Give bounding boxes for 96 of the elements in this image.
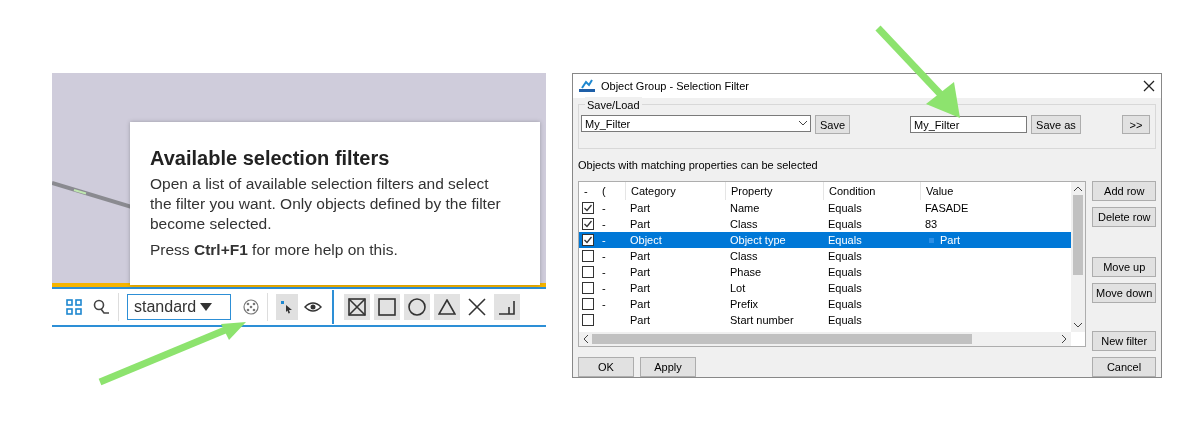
column-header[interactable]: ( [602, 182, 606, 200]
side-button[interactable]: Delete row [1092, 207, 1156, 227]
table-cell-text: - [602, 264, 606, 280]
close-icon[interactable] [1143, 80, 1155, 93]
table-cell-text: Equals [828, 264, 862, 280]
box-cross-icon[interactable] [344, 294, 370, 320]
dialog-button[interactable]: OK [578, 357, 634, 377]
table-cell-text: Equals [828, 232, 862, 248]
side-button[interactable]: Add row [1092, 181, 1156, 201]
scroll-left-icon[interactable] [583, 335, 588, 343]
vertical-scrollbar[interactable] [1071, 182, 1086, 332]
table-cell-text: - [602, 232, 606, 248]
filter-icon[interactable] [243, 299, 259, 315]
column-header[interactable]: Category [631, 182, 676, 200]
checkbox[interactable] [582, 298, 594, 310]
table-cell-text: Class [730, 216, 758, 232]
table-cell-text: Part [630, 200, 651, 216]
table-cell-text: Name [730, 200, 760, 216]
window-title: Object Group - Selection Filter [601, 79, 750, 94]
table-row[interactable]: - Part Class Equals 83 [579, 216, 1072, 232]
table-cell-text: Equals [828, 280, 862, 296]
column-header[interactable]: Value [926, 182, 954, 200]
table-cell-text: Part [630, 280, 651, 296]
table-cell-text: - [602, 280, 606, 296]
table-cell-text: Equals [828, 216, 862, 232]
table-cell-text: Object [630, 232, 662, 248]
table-cell-text: Equals [828, 312, 862, 328]
table-cell-text: Lot [730, 280, 746, 296]
side-button[interactable]: New filter [1092, 331, 1156, 351]
checkbox[interactable] [582, 202, 594, 214]
scroll-thumb[interactable] [1073, 195, 1084, 275]
table-cell-text: Equals [828, 248, 862, 264]
dialog-button[interactable]: Apply [640, 357, 696, 377]
scroll-down-icon[interactable] [1074, 323, 1083, 328]
table-cell-text: Equals [828, 200, 862, 216]
checkbox[interactable] [582, 282, 594, 294]
column-header[interactable]: Property [731, 182, 773, 200]
save-button[interactable]: Save [815, 115, 851, 135]
table-cell-text: Prefix [730, 296, 759, 312]
scroll-thumb[interactable] [592, 334, 972, 344]
side-button[interactable]: Move up [1092, 257, 1156, 277]
table-cell-text: Part [630, 248, 651, 264]
filter-dropdown[interactable]: standard [127, 294, 231, 320]
tooltip-hint: Press Ctrl+F1 for more help on this. [150, 240, 399, 260]
checkbox[interactable] [582, 314, 594, 326]
table-cell-text: Start number [730, 312, 794, 328]
square-icon[interactable] [374, 294, 400, 320]
scroll-right-icon[interactable] [1062, 335, 1068, 343]
column-header[interactable]: - [584, 182, 588, 200]
table-cell-text: Part [630, 264, 651, 280]
table-row[interactable]: - Part Phase Equals [579, 264, 1072, 280]
app-icon [579, 79, 595, 94]
eye-icon[interactable] [304, 301, 322, 313]
table-cell-text: Equals [828, 296, 862, 312]
table-cell-text: Object type [730, 232, 786, 248]
select-pointer-icon[interactable] [276, 294, 298, 320]
side-button[interactable]: Move down [1092, 283, 1156, 303]
table-cell-text: Part [630, 312, 651, 328]
table-row[interactable]: - Part Class Equals [579, 248, 1072, 264]
checkbox[interactable] [582, 218, 594, 230]
grid-icon[interactable] [66, 299, 82, 315]
table-cell-text: - [602, 216, 606, 232]
more-button[interactable]: >> [1122, 115, 1150, 135]
table-row[interactable]: Part Start number Equals [579, 312, 1072, 328]
tooltip-text: Open a list of available selection filters and select the filter you want. Only objects defined by the filter become selected. [150, 174, 502, 234]
name-field[interactable]: My_Filter [910, 116, 1028, 134]
filter-select[interactable]: My_Filter [581, 115, 811, 133]
table-cell-text: FASADE [925, 200, 969, 216]
table-cell-text: 83 [925, 216, 938, 232]
caret-icon [200, 303, 213, 311]
checkbox[interactable] [582, 266, 594, 278]
table-cell-text: Class [730, 248, 758, 264]
zoom-icon[interactable] [92, 299, 110, 315]
checkbox[interactable] [582, 250, 594, 262]
horizontal-scrollbar[interactable] [579, 332, 1072, 346]
table-cell-text: - [602, 200, 606, 216]
scroll-up-icon[interactable] [1074, 186, 1083, 191]
table-cell-text: Part [630, 216, 651, 232]
save-as-button[interactable]: Save as [1031, 115, 1081, 135]
table-row[interactable]: - Object Object type Equals Part [579, 232, 1072, 248]
table-cell-text: Part [630, 296, 651, 312]
type-icon [929, 237, 934, 243]
table-cell-text: - [602, 296, 606, 312]
tooltip-title: Available selection filters [150, 146, 391, 170]
table-row[interactable]: - Part Lot Equals [579, 280, 1072, 296]
checkbox[interactable] [582, 234, 594, 246]
table-row[interactable]: - Part Name Equals FASADE [579, 200, 1072, 216]
corner-icon[interactable] [494, 294, 520, 320]
table-cell-text: Phase [730, 264, 762, 280]
chevron-icon [799, 121, 807, 127]
caption: Objects with matching properties can be selected [577, 157, 819, 173]
table-cell-text: Part [940, 232, 961, 248]
table-row[interactable]: - Part Prefix Equals [579, 296, 1072, 312]
cancel-button[interactable]: Cancel [1092, 357, 1156, 377]
table-cell-text: - [602, 248, 606, 264]
column-header[interactable]: Condition [829, 182, 876, 200]
